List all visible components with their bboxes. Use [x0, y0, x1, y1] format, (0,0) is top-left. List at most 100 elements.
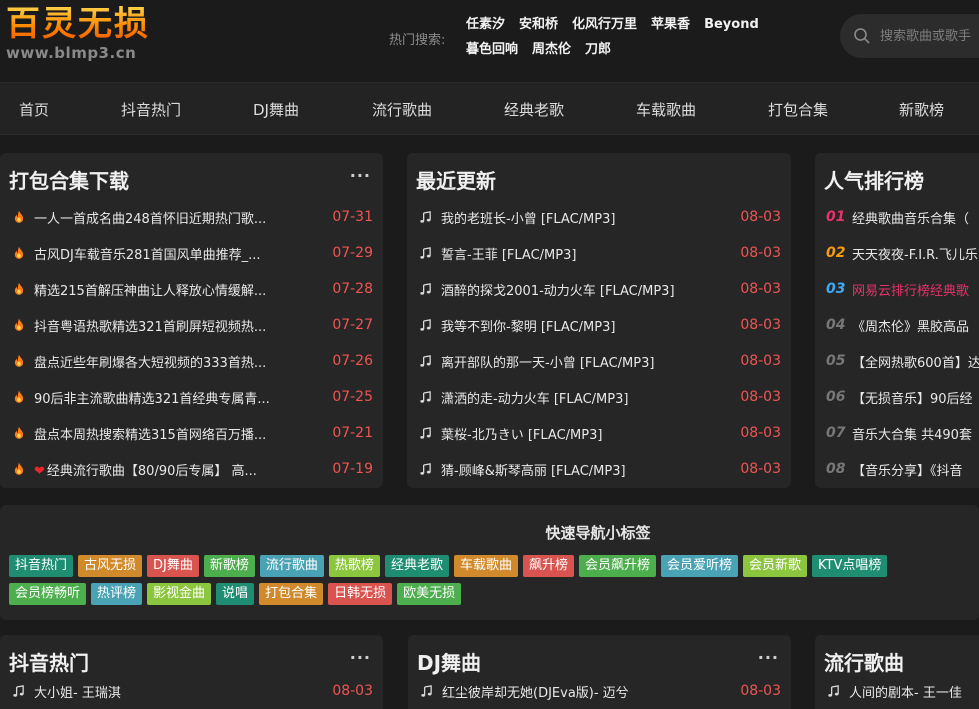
- more-button[interactable]: ···: [758, 650, 779, 666]
- quick-tag[interactable]: 经典老歌: [384, 555, 449, 577]
- list-item[interactable]: 抖音粤语热歌精选321首刷屏短视频热... 07-27: [0, 307, 383, 343]
- ranking-item[interactable]: 05 【全网热歌600首】达: [815, 343, 979, 379]
- quick-tag[interactable]: 会员榜畅听: [9, 583, 87, 605]
- search-input[interactable]: [880, 26, 979, 46]
- quick-tag[interactable]: 打包合集: [259, 583, 324, 605]
- list-item[interactable]: 葉桜-北乃きい [FLAC/MP3] 08-03: [407, 415, 791, 451]
- heart-icon: ❤: [34, 463, 45, 479]
- search-icon[interactable]: [852, 26, 872, 46]
- hot-search-label: 热门搜索:: [389, 33, 446, 48]
- nav-collection[interactable]: 打包合集: [768, 99, 828, 120]
- hot-word[interactable]: 苹果香: [651, 12, 690, 37]
- list-item-date: 07-27: [332, 317, 373, 333]
- fire-icon: [11, 426, 26, 441]
- list-item-text: 大小姐- 王瑞淇: [34, 685, 121, 701]
- ranking-item[interactable]: 06 【无损音乐】90后经: [815, 379, 979, 415]
- quick-tag[interactable]: 新歌榜: [203, 555, 255, 577]
- list-item[interactable]: 酒醉的探戈2001-动力火车 [FLAC/MP3] 08-03: [407, 271, 791, 307]
- ranking-item[interactable]: 03 网易云排行榜经典歌: [815, 271, 979, 307]
- list-item-text: 红尘彼岸却无她(DJEva版)- 迈兮: [442, 685, 629, 701]
- quick-tag[interactable]: 飙升榜: [522, 555, 574, 577]
- music-note-icon: [418, 462, 433, 477]
- quick-tag[interactable]: DJ舞曲: [147, 555, 199, 577]
- quick-tag[interactable]: 抖音热门: [9, 555, 74, 577]
- list-item-date: 07-19: [332, 461, 373, 477]
- list-item-date: 07-31: [332, 209, 373, 225]
- ranking-item[interactable]: 07 音乐大合集 共490套: [815, 415, 979, 451]
- hot-word[interactable]: 任素汐: [466, 12, 505, 37]
- ranking-list: 01 经典歌曲音乐合集（ 02 天天夜夜-F.I.R.飞儿乐 03 网易云排行榜经典歌 04…: [815, 199, 979, 487]
- quick-tag[interactable]: 会员爱听榜: [661, 555, 739, 577]
- music-note-icon: [418, 354, 433, 369]
- dj-card: DJ舞曲 ··· 红尘彼岸却无她(DJEva版)- 迈兮 08-03: [408, 635, 791, 709]
- nav-pop[interactable]: 流行歌曲: [372, 99, 432, 120]
- hot-word[interactable]: 刀郎: [585, 37, 611, 62]
- more-button[interactable]: ···: [350, 650, 371, 666]
- nav-dj[interactable]: DJ舞曲: [253, 99, 299, 120]
- hot-word[interactable]: 化风行万里: [572, 12, 637, 37]
- more-button[interactable]: ···: [350, 168, 371, 184]
- list-item[interactable]: 红尘彼岸却无她(DJEva版)- 迈兮 08-03: [408, 673, 791, 709]
- nav-douyin[interactable]: 抖音热门: [121, 99, 181, 120]
- ranking-item[interactable]: 08 【音乐分享】《抖音: [815, 451, 979, 487]
- quick-tag[interactable]: 流行歌曲: [259, 555, 324, 577]
- logo-url: www.blmp3.cn: [6, 44, 137, 62]
- ranking-item-title: 【音乐分享】《抖音: [852, 463, 963, 479]
- nav-classic[interactable]: 经典老歌: [504, 99, 564, 120]
- list-item[interactable]: 古风DJ车载音乐281首国风单曲推荐_... 07-29: [0, 235, 383, 271]
- list-item-title: 我的老班长-小曾 [FLAC/MP3]: [441, 208, 728, 227]
- list-item[interactable]: 我等不到你-黎明 [FLAC/MP3] 08-03: [407, 307, 791, 343]
- list-item[interactable]: ❤ 经典流行歌曲【80/90后专属】 高... 07-19: [0, 451, 383, 487]
- main-nav: 首页 抖音热门 DJ舞曲 流行歌曲 经典老歌 车载歌曲 打包合集 新歌榜: [0, 82, 979, 135]
- quick-tag[interactable]: 古风无损: [78, 555, 143, 577]
- hot-word[interactable]: Beyond: [704, 12, 759, 37]
- nav-car[interactable]: 车载歌曲: [636, 99, 696, 120]
- site-logo[interactable]: 百灵无损 www.blmp3.cn: [6, 6, 150, 62]
- list-item-title: 盘点近些年刷爆各大短视频的333首热...: [34, 352, 320, 371]
- list-item[interactable]: 潇洒的走-动力火车 [FLAC/MP3] 08-03: [407, 379, 791, 415]
- quick-tag[interactable]: 欧美无损: [397, 583, 462, 605]
- quick-tag[interactable]: 热歌榜: [328, 555, 380, 577]
- list-item-text: 我等不到你-黎明 [FLAC/MP3]: [441, 319, 616, 335]
- quick-tag[interactable]: KTV点唱榜: [812, 555, 888, 577]
- list-item[interactable]: 90后非主流歌曲精选321首经典专属青... 07-25: [0, 379, 383, 415]
- list-item[interactable]: 我的老班长-小曾 [FLAC/MP3] 08-03: [407, 199, 791, 235]
- fire-icon: [11, 390, 26, 405]
- collection-card-title: 打包合集下载: [9, 169, 129, 193]
- hot-word[interactable]: 周杰伦: [532, 37, 571, 62]
- ranking-item[interactable]: 02 天天夜夜-F.I.R.飞儿乐: [815, 235, 979, 271]
- list-item-date: 08-03: [740, 461, 781, 477]
- list-item[interactable]: 离开部队的那一天-小曾 [FLAC/MP3] 08-03: [407, 343, 791, 379]
- list-item[interactable]: 猜-顾峰&斯琴高丽 [FLAC/MP3] 08-03: [407, 451, 791, 487]
- list-item-text: 人间的剧本- 王一佳: [849, 685, 962, 701]
- rank-number: 06: [826, 389, 846, 405]
- ranking-item[interactable]: 01 经典歌曲音乐合集（: [815, 199, 979, 235]
- quick-tags-panel: 快速导航小标签 抖音热门 古风无损 DJ舞曲 新歌榜 流行歌曲 热歌榜 经典老歌 车载歌曲 飙升…: [0, 505, 979, 620]
- nav-new-chart[interactable]: 新歌榜: [899, 99, 944, 120]
- search-box[interactable]: [840, 14, 979, 58]
- list-item[interactable]: 盘点近些年刷爆各大短视频的333首热... 07-26: [0, 343, 383, 379]
- ranking-item-title: 经典歌曲音乐合集（: [852, 211, 970, 227]
- rank-number: 01: [826, 209, 846, 225]
- list-item-title: 90后非主流歌曲精选321首经典专属青...: [34, 388, 320, 407]
- list-item-date: 07-29: [332, 245, 373, 261]
- list-item[interactable]: 大小姐- 王瑞淇 08-03: [0, 673, 383, 709]
- quick-tag[interactable]: 会员飙升榜: [578, 555, 656, 577]
- quick-tag[interactable]: 日韩无损: [328, 583, 393, 605]
- list-item-text: 90后非主流歌曲精选321首经典专属青...: [34, 391, 270, 407]
- quick-tag[interactable]: 会员新歌: [743, 555, 808, 577]
- list-item[interactable]: 誓言-王菲 [FLAC/MP3] 08-03: [407, 235, 791, 271]
- list-item[interactable]: 一人一首成名曲248首怀旧近期热门歌... 07-31: [0, 199, 383, 235]
- list-item[interactable]: 盘点本周热搜索精选315首网络百万播... 07-21: [0, 415, 383, 451]
- ranking-item[interactable]: 04 《周杰伦》黑胶高品: [815, 307, 979, 343]
- quick-tag[interactable]: 热评榜: [91, 583, 143, 605]
- list-item[interactable]: 人间的剧本- 王一佳: [815, 673, 979, 709]
- hot-word[interactable]: 安和桥: [519, 12, 558, 37]
- hot-word[interactable]: 暮色回响: [466, 37, 518, 62]
- quick-tag[interactable]: 车载歌曲: [453, 555, 518, 577]
- quick-tag[interactable]: 说唱: [216, 583, 255, 605]
- quick-tag[interactable]: 影视金曲: [147, 583, 212, 605]
- hot-search-words: 任素汐 安和桥 化风行万里 苹果香 Beyond 暮色回响 周杰伦 刀郎: [466, 12, 796, 62]
- list-item[interactable]: 精选215首解压神曲让人释放心情缓解... 07-28: [0, 271, 383, 307]
- nav-home[interactable]: 首页: [19, 99, 49, 120]
